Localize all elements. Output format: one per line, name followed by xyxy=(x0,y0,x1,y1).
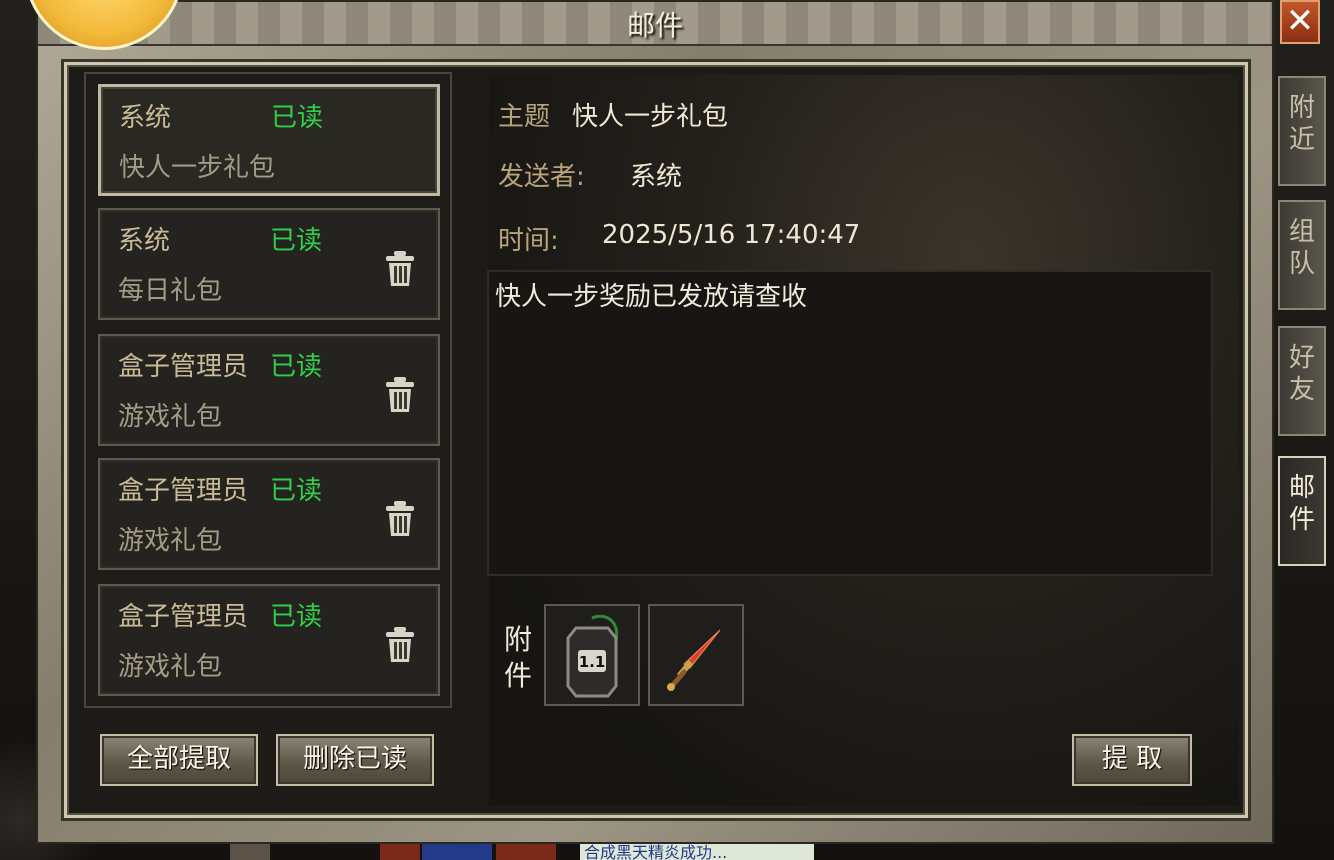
time-label: 时间: xyxy=(498,226,559,256)
mail-body-box: 快人一步奖励已发放请查收 xyxy=(487,270,1213,576)
tab-nearby-char-2: 近 xyxy=(1288,125,1315,155)
tab-friends[interactable]: 好 友 xyxy=(1278,326,1326,436)
sword-icon xyxy=(667,629,721,691)
tab-friends-char-2: 友 xyxy=(1288,375,1315,405)
tab-nearby[interactable]: 附 近 xyxy=(1278,76,1326,186)
mail-status: 已读 xyxy=(270,352,323,382)
tab-mail-char-1: 邮 xyxy=(1288,473,1315,503)
sender-label: 发送者: xyxy=(498,162,585,192)
tab-team[interactable]: 组 队 xyxy=(1278,200,1326,310)
attachment-label: 附件 xyxy=(504,623,533,692)
subject-label: 主题 xyxy=(498,102,551,132)
mail-item[interactable]: 盒子管理员 已读 游戏礼包 xyxy=(98,458,440,570)
tab-team-char-1: 组 xyxy=(1288,217,1315,247)
mail-title: 游戏礼包 xyxy=(118,526,223,556)
mail-list[interactable]: 系统 已读 快人一步礼包 系统 已读 每日礼包 盒子管理员 已读 游戏礼包 盒子… xyxy=(84,72,452,708)
trash-icon[interactable] xyxy=(384,500,416,538)
window-title: 邮件 xyxy=(626,9,683,42)
mail-item[interactable]: 系统 已读 快人一步礼包 xyxy=(98,84,440,196)
mail-item[interactable]: 系统 已读 每日礼包 xyxy=(98,208,440,320)
time-value: 2025/5/16 17:40:47 xyxy=(602,220,861,250)
close-button[interactable]: ✕ xyxy=(1280,0,1320,44)
sender-value: 系统 xyxy=(630,162,683,192)
system-ticker: 合成黑天精炎成功... xyxy=(580,844,814,860)
tag-1.1-icon: 1.1 xyxy=(566,614,619,698)
mail-title: 游戏礼包 xyxy=(118,652,223,682)
mail-item[interactable]: 盒子管理员 已读 游戏礼包 xyxy=(98,584,440,696)
attachment-slot[interactable] xyxy=(648,604,744,706)
svg-text:1.1: 1.1 xyxy=(579,653,606,671)
mail-title: 每日礼包 xyxy=(118,276,223,306)
mail-body-text: 快人一步奖励已发放请查收 xyxy=(495,282,808,312)
tab-mail[interactable]: 邮 件 xyxy=(1278,456,1326,566)
mail-title: 快人一步礼包 xyxy=(119,153,276,183)
mail-status: 已读 xyxy=(270,602,323,632)
collect-all-button[interactable]: 全部提取 xyxy=(100,734,258,786)
mail-item[interactable]: 盒子管理员 已读 游戏礼包 xyxy=(98,334,440,446)
mail-status: 已读 xyxy=(271,103,324,133)
claim-button[interactable]: 提 取 xyxy=(1072,734,1192,786)
mail-sender: 系统 xyxy=(118,226,171,256)
mail-sender: 系统 xyxy=(119,103,172,133)
attachment-slot[interactable]: 1.1 xyxy=(544,604,640,706)
mail-sender: 盒子管理员 xyxy=(118,602,249,632)
tab-team-char-2: 队 xyxy=(1288,249,1315,279)
mail-sender: 盒子管理员 xyxy=(118,476,249,506)
tab-mail-char-2: 件 xyxy=(1288,505,1315,535)
trash-icon[interactable] xyxy=(384,250,416,288)
tab-nearby-char-1: 附 xyxy=(1288,93,1315,123)
tab-friends-char-1: 好 xyxy=(1288,343,1315,373)
title-bar: 邮件 xyxy=(38,2,1272,46)
mail-status: 已读 xyxy=(270,226,323,256)
delete-read-button[interactable]: 删除已读 xyxy=(276,734,434,786)
mail-sender: 盒子管理员 xyxy=(118,352,249,382)
mail-title: 游戏礼包 xyxy=(118,402,223,432)
trash-icon[interactable] xyxy=(384,626,416,664)
mail-status: 已读 xyxy=(270,476,323,506)
subject-value: 快人一步礼包 xyxy=(572,102,729,132)
trash-icon[interactable] xyxy=(384,376,416,414)
